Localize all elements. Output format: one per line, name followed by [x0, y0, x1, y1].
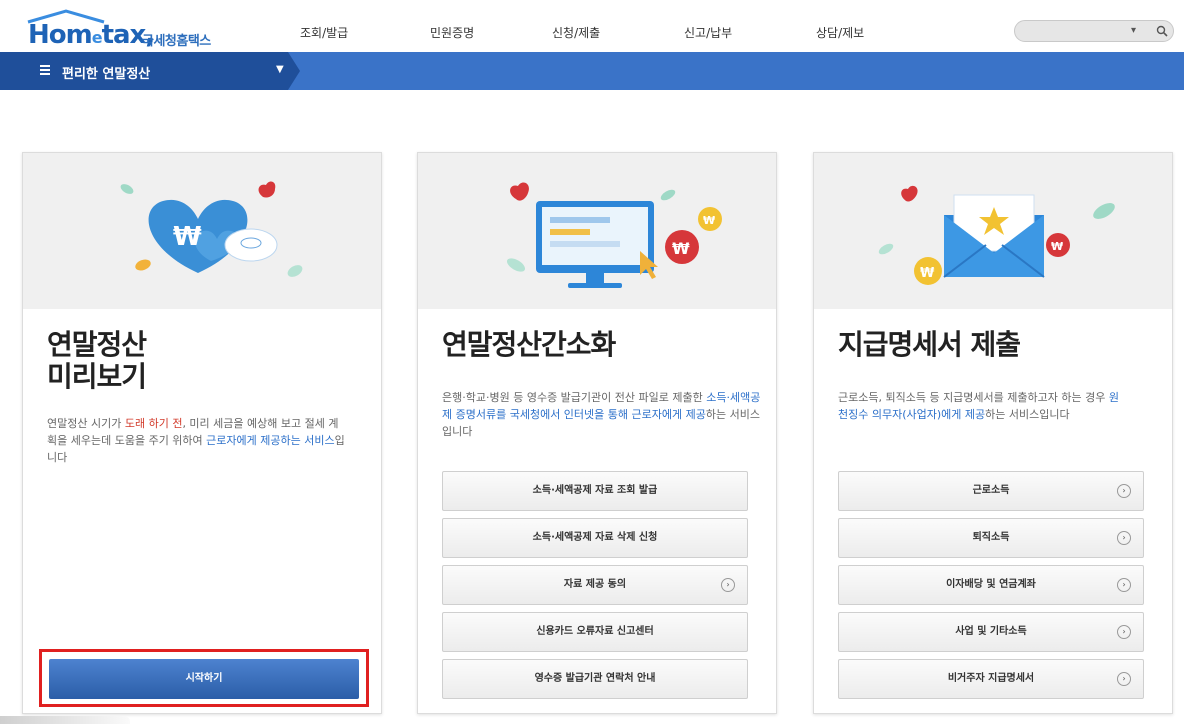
- search-icon[interactable]: [1151, 22, 1173, 40]
- card-title: 지급명세서 제출: [838, 328, 1021, 361]
- card-illustration: ₩ ₩: [418, 153, 776, 309]
- sub-nav-bar: 편리한 연말정산 ▼: [0, 52, 1184, 90]
- list-button[interactable]: 이자배당 및 연금계좌 ›: [838, 565, 1144, 605]
- list-button[interactable]: 근로소득 ›: [838, 471, 1144, 511]
- card-preview: ₩ 연말정산 미리보기 연말정산 시기가 도래 하기 전, 미리 세금을 예상해…: [22, 152, 382, 714]
- nav-item-application[interactable]: 신청/제출: [552, 24, 600, 41]
- svg-text:₩: ₩: [1051, 240, 1063, 253]
- button-list: 근로소득 › 퇴직소득 › 이자배당 및 연금계좌 › 사업 및 기타소득 › 비거주자…: [838, 471, 1144, 706]
- card-description: 은행·학교·병원 등 영수증 발급기관이 전산 파일로 제출한 소득·세액공제 …: [442, 391, 761, 438]
- list-button[interactable]: 소득·세액공제 자료 삭제 신청: [442, 518, 748, 558]
- arrow-circle-icon: ›: [1117, 531, 1131, 545]
- chevron-down-icon[interactable]: ▼: [276, 64, 284, 75]
- svg-text:₩: ₩: [672, 239, 690, 258]
- scroll-edge: [0, 716, 130, 724]
- arrow-circle-icon: ›: [721, 578, 735, 592]
- logo-subtitle: 국세청홈택스: [142, 34, 211, 49]
- list-button[interactable]: 사업 및 기타소득 ›: [838, 612, 1144, 652]
- card-illustration: ₩: [23, 153, 381, 309]
- list-button[interactable]: 신용카드 오류자료 신고센터: [442, 612, 748, 652]
- arrow-circle-icon: ›: [1117, 672, 1131, 686]
- hometax-logo[interactable]: Hometax, 국세청홈택스: [22, 8, 252, 50]
- svg-text:₩: ₩: [703, 214, 715, 227]
- card-illustration: ₩ ₩: [814, 153, 1172, 309]
- nav-item-filing[interactable]: 신고/납부: [684, 24, 732, 41]
- top-header: Hometax, 국세청홈택스 조회/발급 민원증명 신청/제출 신고/납부 상…: [0, 0, 1184, 52]
- svg-text:₩: ₩: [173, 222, 202, 252]
- button-list: 소득·세액공제 자료 조회 발급 소득·세액공제 자료 삭제 신청 자료 제공 …: [442, 471, 748, 706]
- nav-item-certificate[interactable]: 민원증명: [430, 24, 474, 41]
- list-button[interactable]: 비거주자 지급명세서 ›: [838, 659, 1144, 699]
- caret-down-icon[interactable]: ▾: [1131, 25, 1136, 36]
- list-button[interactable]: 소득·세액공제 자료 조회 발급: [442, 471, 748, 511]
- monitor-icon: ₩ ₩: [506, 182, 722, 288]
- arrow-circle-icon: ›: [1117, 578, 1131, 592]
- wallet-heart-icon: ₩: [120, 181, 303, 277]
- card-simplified: ₩ ₩ 연말정산간소화 은행·학교·병원 등 영수증 발급기관이 전산 파일로 …: [417, 152, 777, 714]
- card-title: 연말정산 미리보기: [47, 328, 147, 393]
- envelope-icon: ₩ ₩: [878, 185, 1115, 285]
- menu-icon: [40, 65, 50, 75]
- logo-brand: Hometax,: [28, 20, 155, 50]
- card-title: 연말정산간소화: [442, 328, 616, 361]
- list-button[interactable]: 자료 제공 동의 ›: [442, 565, 748, 605]
- card-description: 근로소득, 퇴직소득 등 지급명세서를 제출하고자 하는 경우 원천징수 의무자…: [838, 391, 1119, 421]
- card-payment-statement: ₩ ₩ 지급명세서 제출 근로소득, 퇴직소득 등 지급명세서를 제출하고자 하…: [813, 152, 1173, 714]
- svg-text:₩: ₩: [920, 266, 935, 281]
- list-button[interactable]: 영수증 발급기관 연락처 안내: [442, 659, 748, 699]
- nav-item-inquiry[interactable]: 조회/발급: [300, 24, 348, 41]
- list-button[interactable]: 퇴직소득 ›: [838, 518, 1144, 558]
- arrow-circle-icon: ›: [1117, 625, 1131, 639]
- sub-nav-label[interactable]: 편리한 연말정산: [62, 63, 150, 82]
- arrow-circle-icon: ›: [1117, 484, 1131, 498]
- card-description: 연말정산 시기가 도래 하기 전, 미리 세금을 예상해 보고 절세 계획을 세…: [47, 417, 345, 464]
- start-button[interactable]: 시작하기: [49, 659, 359, 699]
- search-box[interactable]: ▾: [1014, 20, 1174, 42]
- start-button-highlight: 시작하기: [39, 649, 369, 707]
- nav-item-consult[interactable]: 상담/제보: [816, 24, 864, 41]
